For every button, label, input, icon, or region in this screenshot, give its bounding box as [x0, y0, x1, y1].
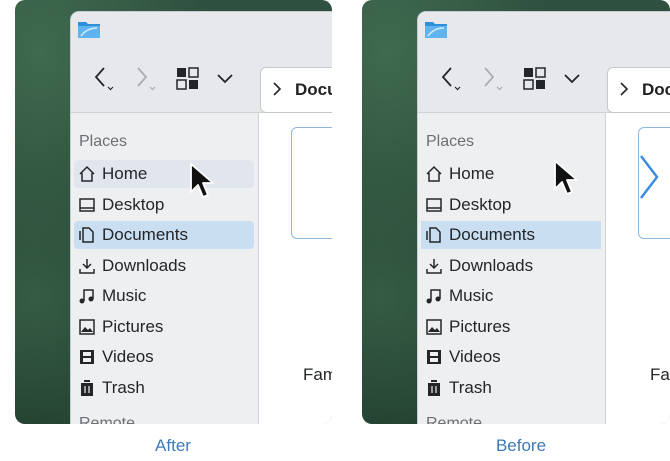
sidebar-item-music[interactable]: Music — [74, 282, 254, 310]
places-sidebar: Places Home Desktop Documents Downloads … — [71, 113, 259, 424]
file-view[interactable]: 3 Fam — [259, 113, 332, 424]
chevron-right-icon — [640, 155, 659, 199]
trash-icon — [81, 380, 93, 396]
sidebar-item-label: Home — [102, 164, 148, 183]
toolbar: Doc — [418, 50, 670, 113]
caption-after: After — [155, 436, 191, 455]
chevron-right-icon — [620, 82, 629, 96]
pictures-icon — [79, 319, 95, 335]
location-bar[interactable]: Docu — [260, 67, 332, 113]
location-bar[interactable]: Doc — [607, 67, 670, 113]
sidebar-item-label: Music — [102, 286, 147, 305]
chevron-right-icon — [273, 82, 282, 96]
folder-app-icon — [425, 22, 447, 38]
remote-header: Remote — [79, 415, 136, 424]
sidebar-item-pictures[interactable]: Pictures — [74, 313, 254, 341]
sidebar-item-label: Desktop — [102, 195, 165, 214]
caption-before: Before — [495, 436, 547, 455]
sidebar-item-home[interactable]: Home — [74, 160, 254, 188]
home-icon — [426, 165, 442, 182]
sidebar-item-label: Music — [449, 286, 494, 305]
folder-app-icon — [78, 22, 100, 38]
view-mode-button[interactable] — [521, 64, 549, 92]
sidebar-item-downloads[interactable]: Downloads — [421, 252, 601, 280]
music-icon — [426, 289, 441, 304]
sidebar-item-label: Trash — [102, 378, 145, 397]
sidebar-item-trash[interactable]: Trash — [421, 374, 601, 402]
downloads-icon — [79, 259, 95, 274]
places-header: Places — [426, 133, 475, 150]
sidebar-item-documents[interactable]: Documents — [421, 221, 601, 249]
view-mode-button[interactable] — [174, 64, 202, 92]
breadcrumb[interactable]: Doc — [642, 80, 670, 100]
chevron-down-icon[interactable] — [211, 64, 239, 92]
back-button[interactable] — [438, 64, 466, 92]
places-header: Places — [79, 133, 128, 150]
chevron-down-icon[interactable] — [558, 64, 586, 92]
titlebar[interactable] — [418, 12, 670, 50]
sidebar-item-documents[interactable]: Documents — [74, 221, 254, 249]
remote-header: Remote — [426, 415, 483, 424]
mouse-pointer-icon — [190, 163, 214, 198]
mouse-pointer-icon — [554, 160, 578, 195]
downloads-icon — [426, 259, 442, 274]
documents-icon — [79, 227, 94, 243]
file-name[interactable]: Fam — [303, 365, 332, 385]
file-manager-window: Doc Places Home Desktop Documents Downlo… — [417, 11, 670, 424]
documents-icon — [426, 227, 441, 243]
sidebar-item-label: Videos — [449, 347, 501, 366]
file-manager-window: Docu Places Home Desktop Documents Downl… — [70, 11, 332, 424]
sidebar-item-music[interactable]: Music — [421, 282, 601, 310]
sidebar-item-videos[interactable]: Videos — [421, 343, 601, 371]
videos-icon — [80, 350, 94, 364]
home-icon — [79, 165, 95, 182]
after-screenshot: Docu Places Home Desktop Documents Downl… — [15, 0, 332, 424]
breadcrumb[interactable]: Docu — [295, 80, 332, 100]
sidebar-item-downloads[interactable]: Downloads — [74, 252, 254, 280]
forward-button[interactable] — [480, 64, 508, 92]
videos-icon — [427, 350, 441, 364]
sidebar-item-label: Trash — [449, 378, 492, 397]
sidebar-item-videos[interactable]: Videos — [74, 343, 254, 371]
sidebar-item-label: Documents — [449, 225, 535, 244]
pictures-icon — [426, 319, 442, 335]
sidebar-item-label: Documents — [102, 225, 188, 244]
file-name[interactable]: Fa — [650, 365, 670, 385]
file-item[interactable]: 3 — [291, 127, 332, 239]
before-screenshot: Doc Places Home Desktop Documents Downlo… — [362, 0, 670, 424]
desktop-icon — [426, 198, 442, 212]
sidebar-item-label: Downloads — [449, 256, 534, 275]
forward-button[interactable] — [133, 64, 161, 92]
desktop-icon — [79, 198, 95, 212]
sidebar-item-label: Videos — [102, 347, 154, 366]
sidebar-item-label: Pictures — [449, 317, 511, 336]
file-item[interactable] — [638, 127, 670, 239]
sidebar-item-label: Home — [449, 164, 495, 183]
sidebar-item-trash[interactable]: Trash — [74, 374, 254, 402]
sidebar-item-label: Pictures — [102, 317, 164, 336]
back-button[interactable] — [91, 64, 119, 92]
titlebar[interactable] — [71, 12, 332, 50]
sidebar-item-pictures[interactable]: Pictures — [421, 313, 601, 341]
trash-icon — [428, 380, 440, 396]
file-view[interactable]: Fa — [606, 113, 670, 424]
music-icon — [79, 289, 94, 304]
toolbar: Docu — [71, 50, 332, 113]
sidebar-item-label: Downloads — [102, 256, 187, 275]
sidebar-item-desktop[interactable]: Desktop — [74, 191, 254, 219]
sidebar-item-label: Desktop — [449, 195, 512, 214]
